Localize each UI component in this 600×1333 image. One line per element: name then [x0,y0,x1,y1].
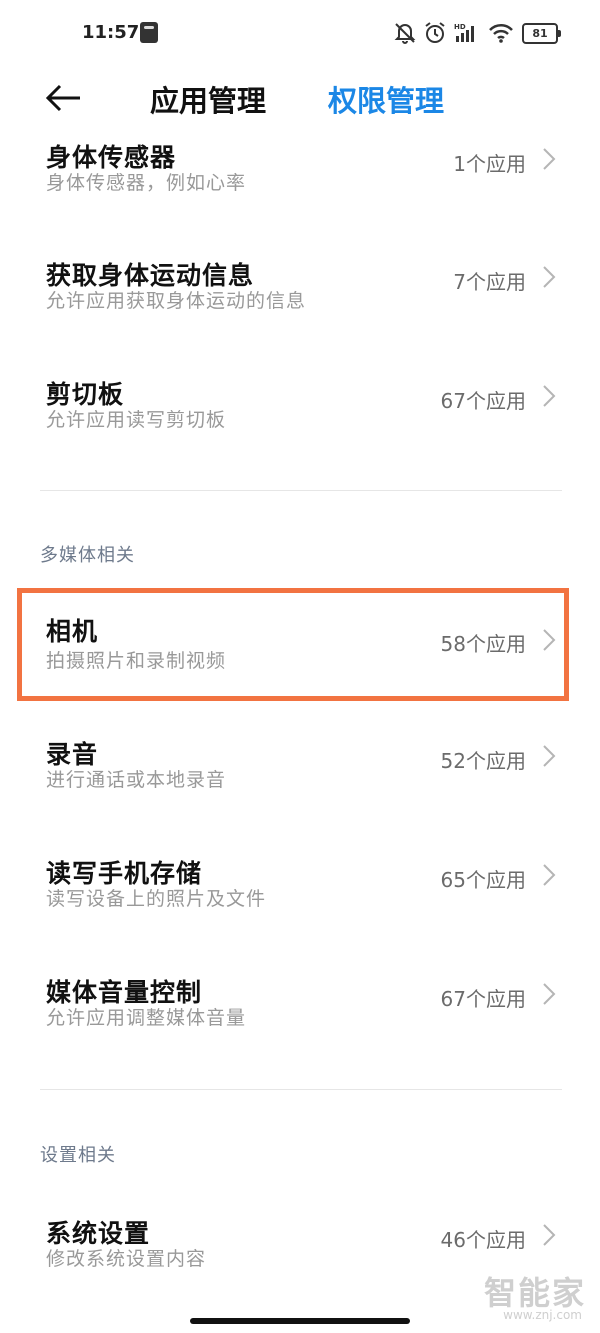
item-desc: 读写设备上的照片及文件 [46,888,267,910]
watermark-url: www.znj.com [503,1308,582,1322]
item-count: 7个应用 [453,270,526,294]
battery-icon: 81 [522,22,561,44]
item-desc: 进行通话或本地录音 [46,769,227,791]
item-count: 1个应用 [453,152,526,176]
tab-permission-management[interactable]: 权限管理 [328,78,444,120]
section-header-media: 多媒体相关 [40,545,135,566]
hd-signal-icon: HD [454,23,474,42]
back-arrow-icon[interactable] [40,78,84,118]
item-title: 相机 [46,617,99,646]
chevron-right-icon [543,745,556,767]
item-desc: 允许应用获取身体运动的信息 [46,290,307,312]
chevron-right-icon [543,1224,556,1246]
item-count: 67个应用 [440,987,526,1011]
chevron-right-icon [543,266,556,288]
list-item-media-volume[interactable]: 媒体音量控制 允许应用调整媒体音量 67个应用 [0,959,600,1077]
home-indicator[interactable] [190,1318,410,1324]
watermark-logo: 智能家 www.znj.com [446,1268,586,1324]
item-count: 46个应用 [440,1228,526,1252]
list-item-camera[interactable]: 相机 拍摄照片和录制视频 58个应用 [0,588,600,706]
list-item-body-sensors[interactable]: 身体传感器 身体传感器，例如心率 1个应用 [0,124,600,242]
item-count: 67个应用 [440,389,526,413]
chevron-right-icon [543,983,556,1005]
section-header-settings: 设置相关 [40,1145,116,1166]
item-desc: 修改系统设置内容 [46,1248,207,1270]
item-count: 58个应用 [440,632,526,656]
item-count: 52个应用 [440,749,526,773]
alarm-icon [425,22,445,43]
app-notification-icon [140,22,158,43]
bell-muted-icon [394,23,416,44]
list-item-clipboard[interactable]: 剪切板 允许应用读写剪切板 67个应用 [0,361,600,479]
wifi-icon [489,23,513,43]
chevron-right-icon [543,629,556,651]
chevron-right-icon [543,864,556,886]
status-icons: HD 81 [394,20,561,46]
tab-app-management[interactable]: 应用管理 [150,78,266,120]
item-desc: 允许应用读写剪切板 [46,409,227,431]
status-time: 11:57 [82,22,140,43]
list-item-body-motion[interactable]: 获取身体运动信息 允许应用获取身体运动的信息 7个应用 [0,242,600,360]
svg-text:HD: HD [454,23,466,31]
chevron-right-icon [543,148,556,170]
item-desc: 拍摄照片和录制视频 [46,650,227,672]
item-desc: 允许应用调整媒体音量 [46,1007,247,1029]
list-item-storage[interactable]: 读写手机存储 读写设备上的照片及文件 65个应用 [0,840,600,958]
chevron-right-icon [543,385,556,407]
status-bar: 11:57 HD 81 [0,0,600,68]
header: 应用管理 权限管理 [0,68,600,128]
item-count: 65个应用 [440,868,526,892]
divider [40,1089,562,1090]
divider [40,490,562,491]
list-item-microphone[interactable]: 录音 进行通话或本地录音 52个应用 [0,721,600,839]
item-desc: 身体传感器，例如心率 [46,172,247,194]
